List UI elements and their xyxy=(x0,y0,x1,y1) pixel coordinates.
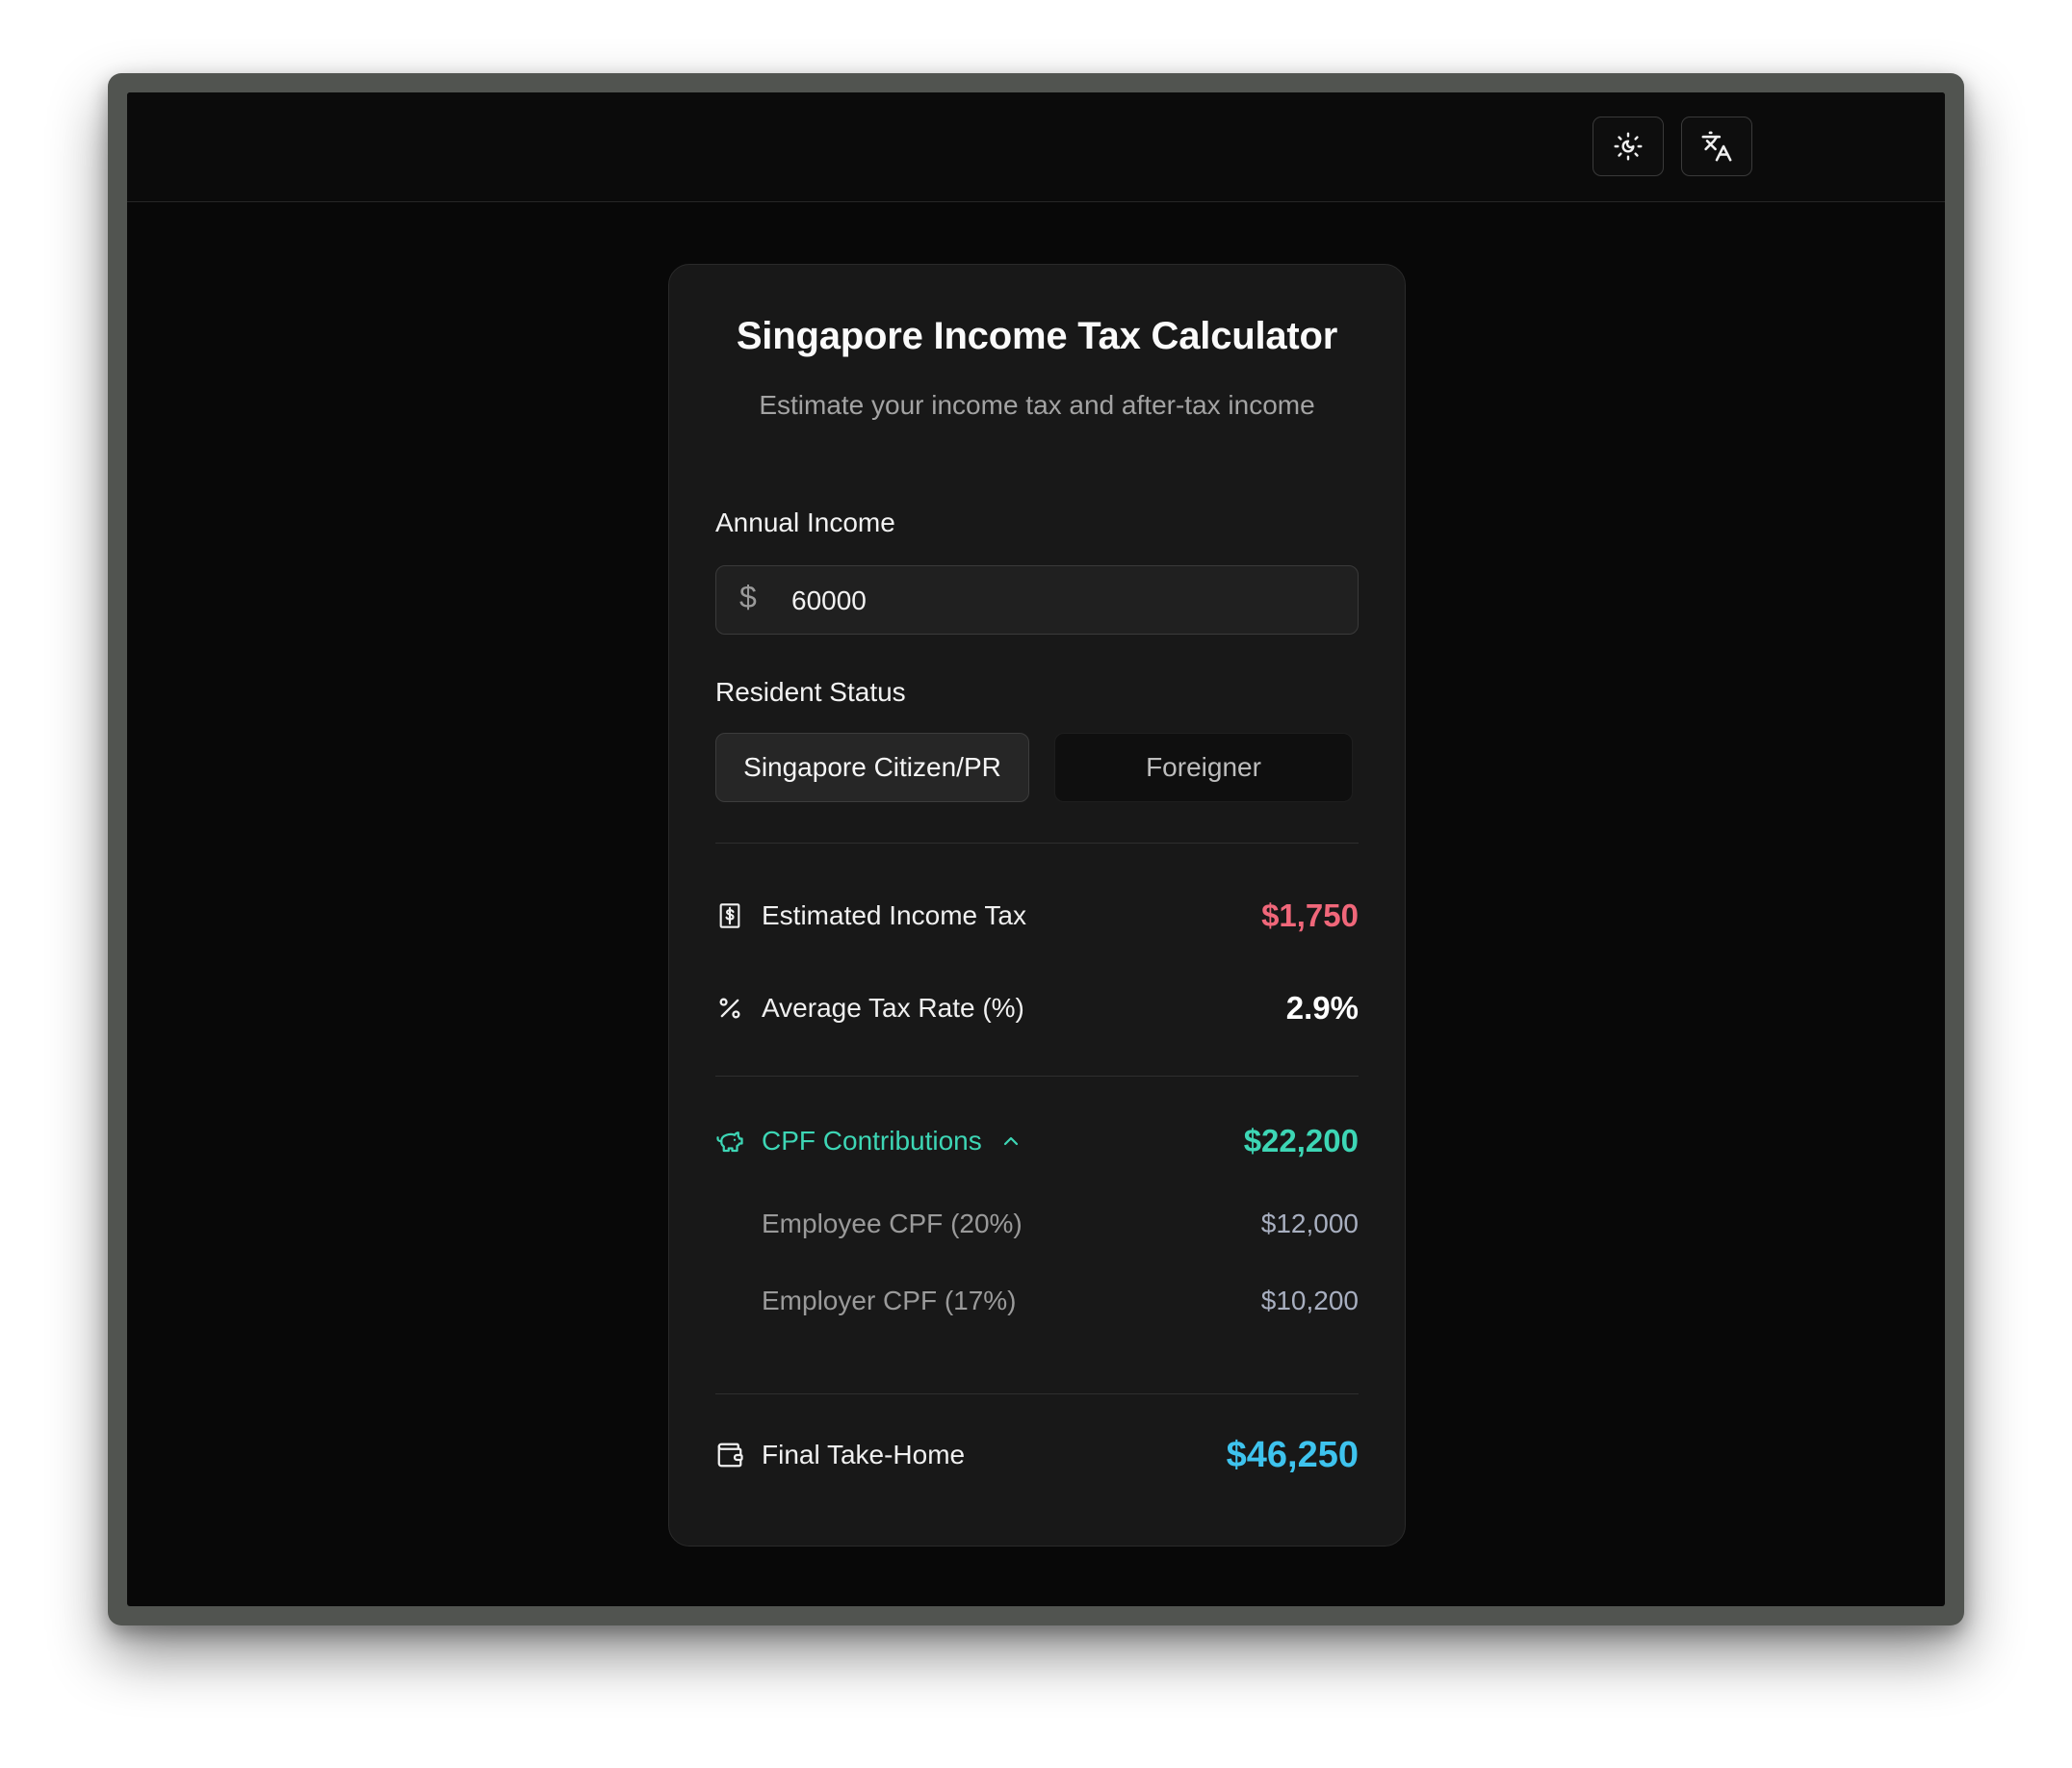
employee-cpf-value: $12,000 xyxy=(1260,1209,1359,1238)
employer-cpf-row: Employer CPF (17%) $10,200 xyxy=(762,1280,1359,1322)
device-frame: Singapore Income Tax Calculator Estimate… xyxy=(108,73,1964,1625)
cpf-contributions-value: $22,200 xyxy=(1243,1123,1359,1158)
resident-status-label: Resident Status xyxy=(715,677,906,707)
employer-cpf-value: $10,200 xyxy=(1260,1286,1359,1315)
average-tax-rate-value: 2.9% xyxy=(1285,990,1359,1026)
cpf-contributions-row[interactable]: CPF Contributions $22,200 xyxy=(715,1116,1359,1166)
employer-cpf-label: Employer CPF (17%) xyxy=(762,1286,1017,1315)
page-title: Singapore Income Tax Calculator xyxy=(736,315,1338,357)
final-take-home-row: Final Take-Home $46,250 xyxy=(715,1430,1359,1480)
piggy-bank-icon xyxy=(715,1127,744,1156)
average-tax-rate-label: Average Tax Rate (%) xyxy=(762,993,1024,1023)
final-take-home-label: Final Take-Home xyxy=(762,1440,966,1469)
percent-icon xyxy=(715,994,744,1023)
divider xyxy=(715,1076,1359,1077)
app-screen: Singapore Income Tax Calculator Estimate… xyxy=(127,92,1945,1606)
estimated-tax-label: Estimated Income Tax xyxy=(762,900,1026,930)
citizen-pr-option[interactable]: Singapore Citizen/PR xyxy=(715,733,1029,802)
estimated-tax-row: Estimated Income Tax $1,750 xyxy=(715,891,1359,941)
employee-cpf-label: Employee CPF (20%) xyxy=(762,1209,1023,1238)
theme-toggle-button[interactable] xyxy=(1593,117,1664,176)
top-navbar xyxy=(127,92,1945,202)
cpf-contributions-label: CPF Contributions xyxy=(762,1126,982,1156)
dollar-sign-icon: $ xyxy=(739,580,757,614)
divider xyxy=(715,1393,1359,1394)
chevron-up-icon[interactable] xyxy=(999,1130,1244,1153)
estimated-tax-value: $1,750 xyxy=(1261,897,1359,933)
annual-income-input[interactable] xyxy=(790,566,1333,636)
final-take-home-value: $46,250 xyxy=(1226,1434,1359,1475)
calculator-card: Singapore Income Tax Calculator Estimate… xyxy=(668,264,1406,1547)
receipt-dollar-icon xyxy=(715,901,744,930)
average-tax-rate-row: Average Tax Rate (%) 2.9% xyxy=(715,983,1359,1033)
employee-cpf-row: Employee CPF (20%) $12,000 xyxy=(762,1203,1359,1245)
annual-income-label: Annual Income xyxy=(715,507,895,537)
annual-income-field[interactable]: $ xyxy=(715,565,1359,636)
language-toggle-button[interactable] xyxy=(1681,117,1752,176)
foreigner-option[interactable]: Foreigner xyxy=(1054,733,1353,802)
divider xyxy=(715,843,1359,844)
translate-icon xyxy=(1701,131,1732,162)
page-subtitle: Estimate your income tax and after-tax i… xyxy=(759,390,1315,420)
sun-moon-icon xyxy=(1614,132,1643,161)
wallet-icon xyxy=(715,1441,744,1469)
